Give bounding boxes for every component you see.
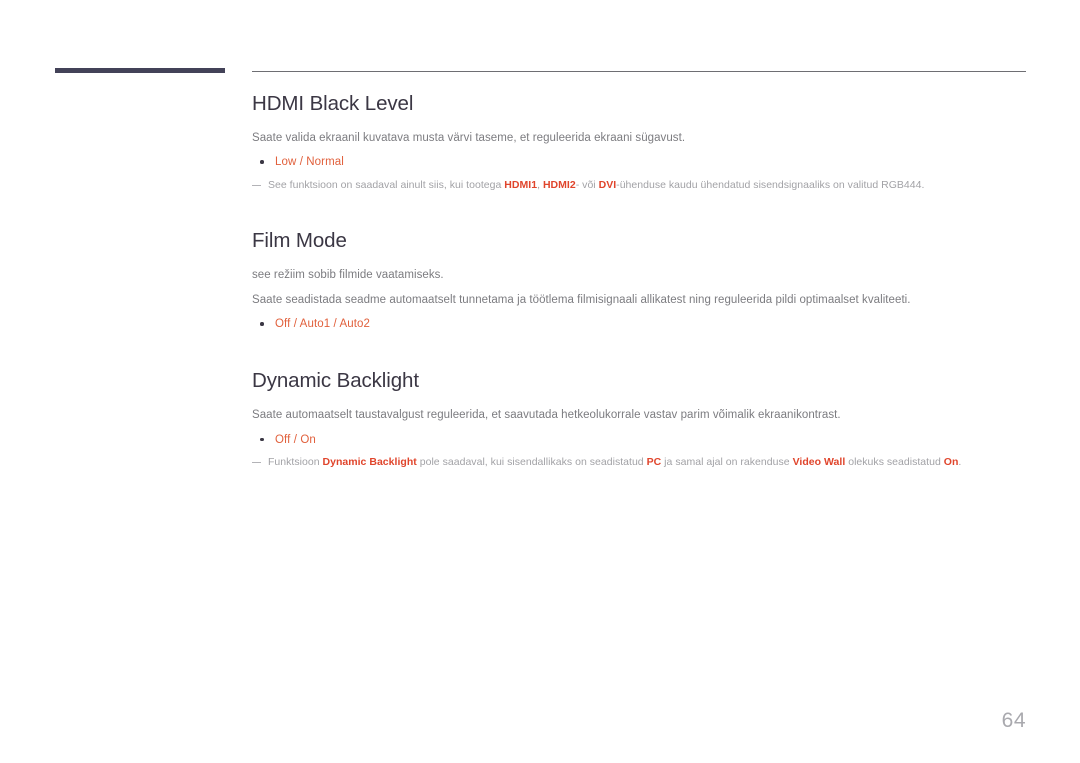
section-heading: Film Mode bbox=[252, 229, 347, 253]
section-note: See funktsioon on saadaval ainult siis, … bbox=[252, 178, 1042, 194]
page-number: 64 bbox=[1001, 709, 1026, 732]
option-item: Low / Normal bbox=[252, 154, 1042, 171]
section-paragraph: see režiim sobib filmide vaatamiseks. bbox=[252, 268, 444, 281]
section-paragraph: Saate automaatselt taustavalgust regulee… bbox=[252, 409, 841, 422]
header-divider-rule bbox=[252, 71, 1026, 72]
bullet-icon bbox=[260, 322, 264, 326]
bullet-icon bbox=[260, 437, 264, 442]
section-film-mode: Film Mode see režiim sobib filmide vaata… bbox=[252, 229, 1042, 333]
option-list: Off / Auto1 / Auto2 bbox=[252, 316, 1042, 333]
option-label: Off / On bbox=[275, 433, 316, 446]
option-item: Off / On bbox=[252, 432, 1042, 449]
section-hdmi-black-level: HDMI Black Level Saate valida ekraanil k… bbox=[252, 92, 1042, 193]
section-paragraph: Saate valida ekraanil kuvatava musta vär… bbox=[252, 131, 686, 144]
page-content: HDMI Black Level Saate valida ekraanil k… bbox=[252, 92, 1042, 471]
section-heading: Dynamic Backlight bbox=[252, 369, 419, 393]
option-item: Off / Auto1 / Auto2 bbox=[252, 316, 1042, 333]
section-heading: HDMI Black Level bbox=[252, 92, 414, 115]
section-dynamic-backlight: Dynamic Backlight Saate automaatselt tau… bbox=[252, 369, 1042, 470]
option-list: Low / Normal bbox=[252, 154, 1042, 171]
note-text: Funktsioon Dynamic Backlight pole saadav… bbox=[268, 455, 962, 468]
corner-accent-bar bbox=[55, 68, 225, 73]
note-dash-icon bbox=[252, 461, 261, 464]
section-paragraph: Saate seadistada seadme automaatselt tun… bbox=[252, 293, 911, 306]
bullet-icon bbox=[260, 160, 264, 164]
note-text: See funktsioon on saadaval ainult siis, … bbox=[268, 178, 925, 191]
section-note: Funktsioon Dynamic Backlight pole saadav… bbox=[252, 455, 1042, 471]
note-dash-icon bbox=[252, 184, 261, 186]
document-page: HDMI Black Level Saate valida ekraanil k… bbox=[0, 0, 1080, 763]
option-label: Off / Auto1 / Auto2 bbox=[275, 318, 371, 331]
option-label: Low / Normal bbox=[275, 156, 344, 169]
option-list: Off / On bbox=[252, 432, 1042, 449]
